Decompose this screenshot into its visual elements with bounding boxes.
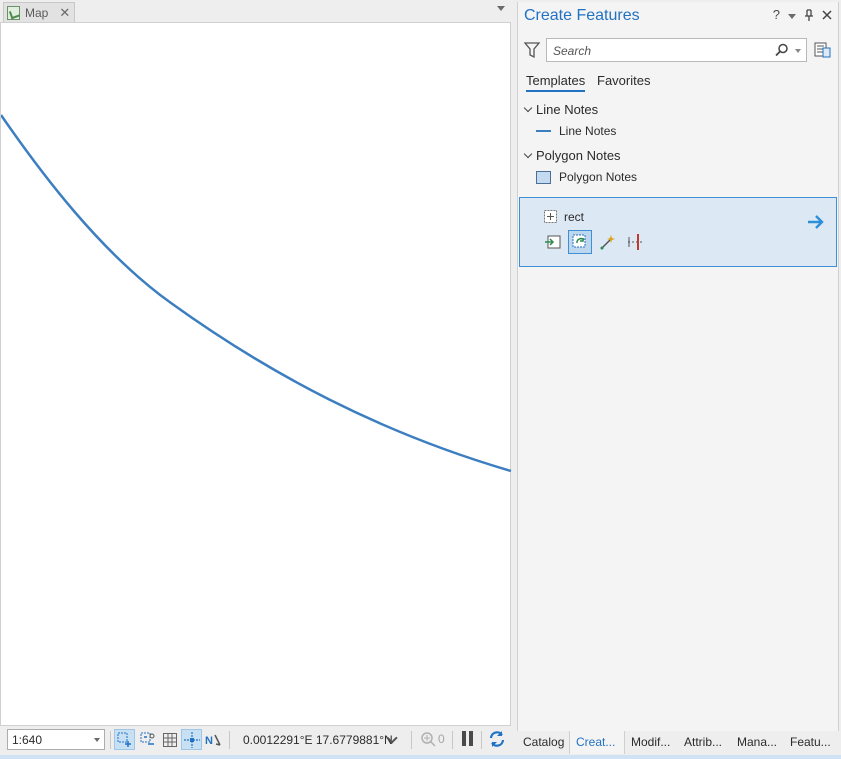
dock-tab-strip: Catalog Creat... Modif... Attrib... Mana… (517, 731, 841, 754)
group-label: Line Notes (536, 102, 599, 117)
arrow-right-icon[interactable] (807, 214, 825, 230)
divider (110, 731, 111, 749)
refresh-icon[interactable] (487, 729, 507, 749)
selected-features-indicator[interactable]: 0 (420, 731, 445, 747)
rectangle-template-icon (544, 210, 557, 223)
search-box[interactable] (546, 38, 807, 62)
selected-template-panel[interactable]: rect (519, 197, 837, 267)
chevron-down-icon[interactable] (386, 732, 398, 744)
selected-count: 0 (438, 732, 445, 746)
divider (229, 731, 230, 749)
tab-create-features[interactable]: Creat... (569, 731, 625, 754)
filter-icon[interactable] (524, 41, 540, 59)
tab-modify-features[interactable]: Modif... (625, 731, 678, 754)
rectangle-tool-icon[interactable] (541, 230, 565, 254)
split-tool-icon[interactable] (624, 230, 648, 254)
help-icon[interactable]: ? (773, 7, 780, 22)
trace-tool-icon[interactable] (596, 230, 620, 254)
snapping-icon[interactable] (181, 729, 202, 750)
chevron-down-icon (523, 103, 533, 113)
map-canvas[interactable] (0, 22, 512, 726)
template-polygon-notes[interactable]: Polygon Notes (536, 170, 637, 184)
tab-attributes[interactable]: Attrib... (678, 731, 731, 754)
close-icon[interactable]: ✕ (59, 5, 70, 21)
map-tab-strip (0, 0, 512, 22)
search-icon[interactable] (775, 43, 789, 57)
grid-icon[interactable] (159, 729, 180, 750)
line-symbol-icon (536, 130, 551, 132)
pin-icon[interactable] (804, 8, 814, 21)
svg-text:N: N (205, 735, 213, 747)
autocomplete-polygon-icon[interactable] (568, 230, 592, 254)
close-icon[interactable] (822, 9, 832, 20)
map-tab[interactable]: Map ✕ (3, 2, 75, 22)
template-label: Polygon Notes (559, 170, 638, 184)
fixed-zoom-out-icon[interactable] (137, 729, 158, 750)
tab-favorites[interactable]: Favorites (597, 73, 650, 88)
template-label: Line Notes (559, 124, 617, 138)
map-status-bar: 1:640 N 0.0012291°E 17.6779881°N 0 (0, 726, 512, 754)
polygon-symbol-icon (536, 170, 551, 184)
divider (481, 731, 482, 749)
tab-features[interactable]: Featu... (784, 731, 840, 754)
scale-value: 1:640 (12, 733, 43, 747)
scale-combobox[interactable]: 1:640 (7, 729, 105, 750)
map-tab-label: Map (25, 5, 49, 20)
divider (452, 731, 453, 749)
tab-templates[interactable]: Templates (526, 73, 586, 92)
manage-templates-icon[interactable] (814, 42, 831, 58)
pane-title: Create Features (524, 7, 640, 24)
chevron-down-icon (94, 738, 100, 742)
search-input[interactable] (553, 42, 763, 59)
template-line-notes[interactable]: Line Notes (536, 124, 616, 138)
group-header-line-notes[interactable]: Line Notes (523, 102, 599, 117)
pane-options-icon[interactable] (788, 8, 796, 22)
coordinate-readout: 0.0012291°E 17.6779881°N (243, 733, 393, 747)
divider (411, 731, 412, 749)
template-name: rect (564, 210, 585, 224)
view-list-dropdown-icon[interactable] (497, 6, 507, 16)
app-bottom-border (0, 755, 841, 759)
map-document-icon (7, 5, 20, 20)
line-feature (1, 114, 512, 473)
group-header-polygon-notes[interactable]: Polygon Notes (523, 148, 621, 163)
tab-catalog[interactable]: Catalog (517, 731, 570, 754)
north-arrow-icon[interactable]: N (203, 729, 224, 750)
pause-icon[interactable] (459, 731, 475, 747)
fixed-zoom-in-icon[interactable] (114, 729, 135, 750)
create-features-pane: Create Features ? Templates Favorites Li… (517, 2, 839, 754)
group-label: Polygon Notes (536, 148, 621, 163)
map-drawing (1, 114, 512, 473)
tab-manage[interactable]: Mana... (731, 731, 784, 754)
pane-controls: ? (773, 7, 832, 22)
selection-icon (421, 732, 436, 747)
chevron-down-icon[interactable] (795, 49, 801, 53)
chevron-down-icon (523, 149, 533, 159)
